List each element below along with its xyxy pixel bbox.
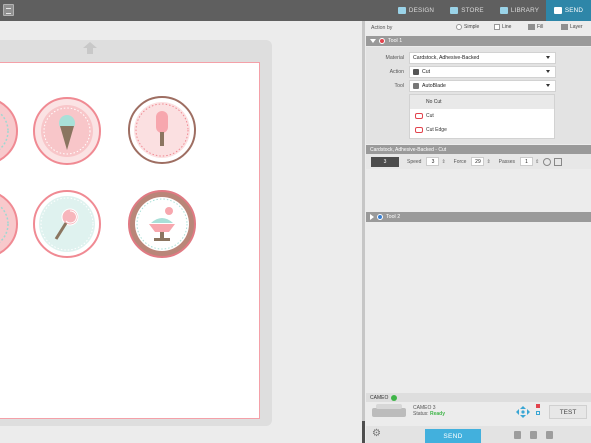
partial-circle-design-2[interactable] xyxy=(0,189,18,259)
cut-edge-icon xyxy=(415,127,423,133)
cut-action-icon xyxy=(413,68,419,75)
popsicle-design[interactable] xyxy=(127,95,197,165)
move-arrows-icon[interactable] xyxy=(516,406,530,418)
library-icon xyxy=(499,7,508,14)
bottom-bar: ⚙ SEND xyxy=(366,426,591,443)
design-icon xyxy=(397,7,406,14)
chevron-down-icon xyxy=(546,83,550,87)
tool1-header[interactable]: Tool 1 xyxy=(366,36,591,46)
line-mode-icon xyxy=(494,24,500,30)
canvas-area[interactable] xyxy=(0,21,362,443)
line-segment-icon[interactable] xyxy=(543,157,552,166)
info-icon[interactable] xyxy=(530,431,537,439)
autoblade-icon xyxy=(413,82,419,89)
partial-circle-design[interactable] xyxy=(0,96,18,166)
cut-options-list: No Cut Cut Cut Edge xyxy=(409,94,555,139)
ice-cream-cone-design[interactable] xyxy=(32,96,102,166)
tab-library[interactable]: LIBRARY xyxy=(493,0,546,21)
tool2-title: Tool 2 xyxy=(386,214,401,220)
blade-settings-header: Cardstock, Adhesive-Backed - Cut xyxy=(366,145,591,154)
layer-mode-icon xyxy=(561,24,568,30)
cut-option-no-cut[interactable]: No Cut xyxy=(410,95,554,109)
machine-icon[interactable] xyxy=(546,431,553,439)
sundae-design[interactable] xyxy=(127,189,197,259)
panel-scrollbar[interactable] xyxy=(362,21,365,443)
origin-icon[interactable] xyxy=(536,411,540,415)
action-by-label: Action by xyxy=(371,25,393,31)
mode-layer[interactable]: Layer xyxy=(561,24,583,30)
bottom-icons xyxy=(514,431,553,439)
action-row: Action Cut xyxy=(366,65,556,78)
tool2-indicator-icon xyxy=(377,214,383,220)
mode-fill[interactable]: Fill xyxy=(528,24,543,30)
mat-feed-arrow-icon xyxy=(83,42,97,54)
cut-option-cut-edge[interactable]: Cut Edge xyxy=(410,123,554,137)
send-button[interactable]: SEND xyxy=(425,429,481,443)
collapse-arrow-icon xyxy=(370,39,376,43)
gear-icon[interactable]: ⚙ xyxy=(372,429,381,439)
action-by-bar: Action by Simple Line Fill Layer xyxy=(366,22,591,35)
simple-radio-icon xyxy=(456,24,462,30)
machine-selector[interactable]: CAMEO xyxy=(366,393,591,402)
blade-settings-row: 3 Speed 3 ⇕ Force 29 ⇕ Passes 1 ⇕ xyxy=(366,154,591,169)
machine-status: CAMEO 3 Status: Ready TEST xyxy=(366,402,591,424)
force-input[interactable]: 29 xyxy=(471,157,485,166)
chevron-down-icon xyxy=(546,69,550,73)
overcut-icon[interactable] xyxy=(554,157,563,166)
top-bar: DESIGN STORE LIBRARY SEND xyxy=(0,0,591,21)
machine-info: CAMEO 3 Status: Ready xyxy=(413,405,445,417)
cut-icon xyxy=(415,113,423,119)
chevron-down-icon xyxy=(546,55,550,59)
no-cut-icon xyxy=(415,99,423,105)
cut-option-cut[interactable]: Cut xyxy=(410,109,554,123)
tab-design[interactable]: DESIGN xyxy=(391,0,441,21)
expand-arrow-icon xyxy=(370,214,374,220)
test-button[interactable]: TEST xyxy=(549,405,587,419)
material-select[interactable]: Cardstock, Adhesive-Backed xyxy=(409,51,556,64)
tool1-title: Tool 1 xyxy=(388,38,403,44)
speed-stepper-icon[interactable]: ⇕ xyxy=(441,159,445,165)
send-icon xyxy=(553,7,562,14)
fill-mode-icon xyxy=(528,24,535,30)
store-icon xyxy=(450,7,459,14)
speed-input[interactable]: 3 xyxy=(426,157,440,166)
lollipop-design[interactable] xyxy=(32,189,102,259)
mode-line[interactable]: Line xyxy=(494,24,511,30)
trash-icon[interactable] xyxy=(514,431,521,439)
tool1-indicator-icon xyxy=(379,38,385,44)
passes-input[interactable]: 1 xyxy=(520,157,534,166)
tab-store[interactable]: STORE xyxy=(441,0,493,21)
tool2-header[interactable]: Tool 2 xyxy=(366,212,591,222)
tool-select[interactable]: AutoBlade xyxy=(409,79,556,92)
app-menu-icon[interactable] xyxy=(3,4,14,16)
main-tabs: DESIGN STORE LIBRARY SEND xyxy=(391,0,591,21)
material-row: Material Cardstock, Adhesive-Backed xyxy=(366,51,556,64)
stop-icon[interactable] xyxy=(536,404,540,408)
passes-stepper-icon[interactable]: ⇕ xyxy=(535,159,539,165)
mode-simple[interactable]: Simple xyxy=(456,24,479,30)
tab-send[interactable]: SEND xyxy=(546,0,591,21)
cutter-machine-icon xyxy=(372,404,406,417)
force-stepper-icon[interactable]: ⇕ xyxy=(486,159,490,165)
tool-row: Tool AutoBlade xyxy=(366,79,556,92)
blade-depth-field[interactable]: 3 xyxy=(371,156,399,167)
action-select[interactable]: Cut xyxy=(409,65,556,78)
machine-ok-icon xyxy=(391,394,398,401)
